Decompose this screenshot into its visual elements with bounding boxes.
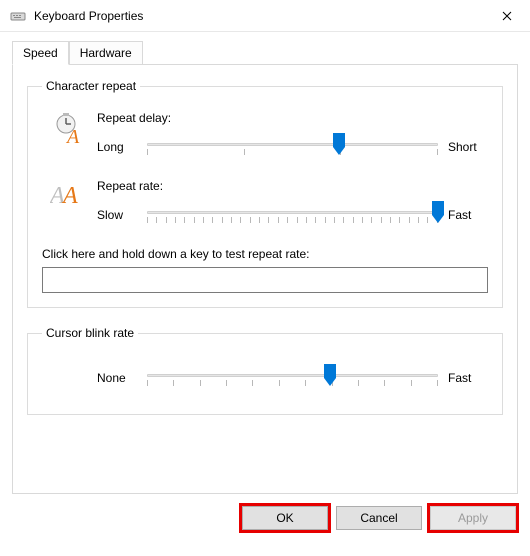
repeat-delay-label: Repeat delay: — [97, 111, 488, 125]
repeat-rate-right: Fast — [448, 208, 488, 222]
repeat-rate-icon: A A — [42, 179, 97, 209]
repeat-delay-slider[interactable] — [147, 133, 438, 161]
repeat-rate-thumb[interactable] — [432, 201, 444, 223]
ok-button[interactable]: OK — [242, 506, 328, 530]
group-cursor-blink: Cursor blink rate None — [27, 326, 503, 415]
blink-right: Fast — [448, 371, 488, 385]
svg-text:A: A — [61, 183, 78, 209]
cancel-button[interactable]: Cancel — [336, 506, 422, 530]
blink-thumb[interactable] — [324, 364, 336, 386]
close-icon — [502, 11, 512, 21]
repeat-rate-left: Slow — [97, 208, 137, 222]
repeat-rate-label: Repeat rate: — [97, 179, 488, 193]
close-button[interactable] — [484, 0, 530, 32]
tab-hardware[interactable]: Hardware — [69, 41, 143, 65]
tabs: Speed Hardware — [12, 41, 518, 65]
svg-text:A: A — [65, 126, 80, 145]
group-cursor-blink-label: Cursor blink rate — [42, 326, 138, 340]
tab-speed[interactable]: Speed — [12, 41, 69, 65]
test-input[interactable] — [42, 267, 488, 293]
group-character-repeat: Character repeat A Repeat delay: Long — [27, 79, 503, 308]
repeat-rate-slider[interactable] — [147, 201, 438, 229]
apply-button[interactable]: Apply — [430, 506, 516, 530]
window-title: Keyboard Properties — [34, 9, 484, 23]
blink-left: None — [97, 371, 137, 385]
repeat-delay-thumb[interactable] — [333, 133, 345, 155]
repeat-delay-icon: A — [42, 111, 97, 145]
tabpanel-speed: Character repeat A Repeat delay: Long — [12, 64, 518, 494]
test-label: Click here and hold down a key to test r… — [42, 247, 488, 261]
keyboard-icon — [10, 8, 26, 24]
titlebar: Keyboard Properties — [0, 0, 530, 32]
repeat-delay-right: Short — [448, 140, 488, 154]
repeat-delay-left: Long — [97, 140, 137, 154]
blink-slider[interactable] — [147, 364, 438, 392]
dialog-footer: OK Cancel Apply — [0, 494, 530, 542]
group-character-repeat-label: Character repeat — [42, 79, 140, 93]
